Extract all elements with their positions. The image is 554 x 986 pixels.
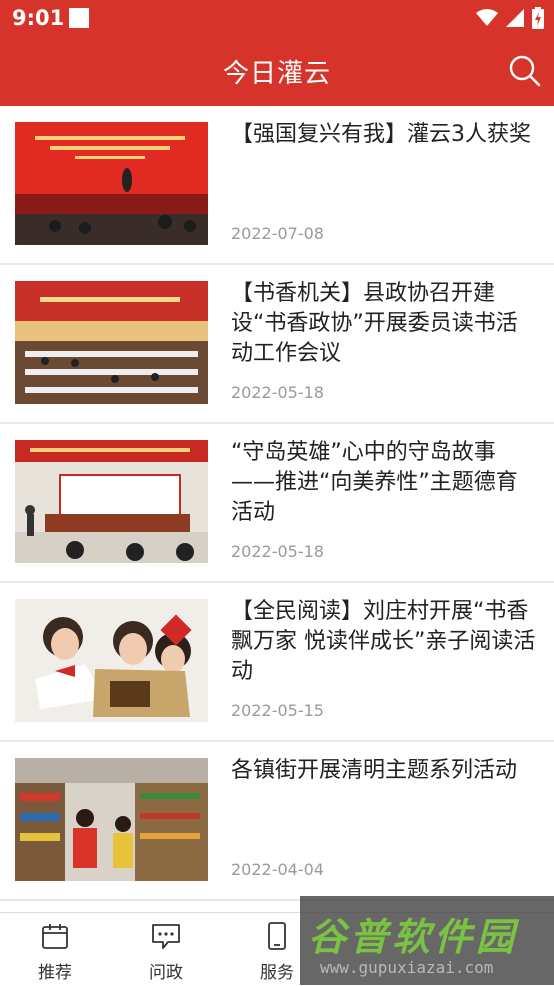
nav-inquiry[interactable]: 问政 bbox=[111, 913, 221, 986]
news-item[interactable]: “守岛英雄”心中的守岛故事——推进“向美养性”主题德育活动 2022-05-18 bbox=[0, 424, 554, 583]
status-time: 9:01 bbox=[12, 6, 65, 30]
news-thumbnail bbox=[15, 599, 208, 722]
wifi-icon bbox=[476, 9, 498, 26]
news-date: 2022-05-18 bbox=[231, 383, 324, 402]
watermark-text: 谷普软件园 bbox=[308, 915, 519, 959]
news-thumbnail bbox=[15, 122, 208, 245]
watermark: 谷普软件园 www.gupuxiazai.com bbox=[300, 896, 554, 985]
news-title: 【全民阅读】刘庄村开展“书香飘万家 悦读伴成长”亲子阅读活动 bbox=[231, 599, 536, 684]
news-thumbnail bbox=[15, 440, 208, 563]
nav-label: 推荐 bbox=[38, 963, 72, 983]
chat-icon bbox=[152, 924, 180, 949]
app-bar: 今日灌云 bbox=[0, 36, 554, 106]
page-title: 今日灌云 bbox=[222, 59, 331, 89]
news-list: 【强国复兴有我】灌云3人获奖 2022-07-08 【书香机关】县政协召开建设“… bbox=[0, 106, 554, 901]
news-title: 【书香机关】县政协召开建设“书香政协”开展委员读书活动工作会议 bbox=[231, 281, 518, 366]
news-item[interactable]: 【书香机关】县政协召开建设“书香政协”开展委员读书活动工作会议 2022-05-… bbox=[0, 265, 554, 424]
watermark-url: www.gupuxiazai.com bbox=[320, 958, 494, 977]
nav-recommend[interactable]: 推荐 bbox=[0, 913, 110, 986]
news-title: 各镇街开展清明主题系列活动 bbox=[231, 758, 518, 783]
phone-icon bbox=[268, 922, 286, 950]
search-button[interactable] bbox=[508, 54, 542, 88]
news-item[interactable]: 各镇街开展清明主题系列活动 2022-04-04 bbox=[0, 742, 554, 901]
signal-icon bbox=[506, 9, 524, 27]
battery-icon bbox=[532, 7, 544, 29]
news-date: 2022-07-08 bbox=[231, 224, 324, 243]
nav-label: 问政 bbox=[149, 963, 183, 983]
news-title: “守岛英雄”心中的守岛故事——推进“向美养性”主题德育活动 bbox=[231, 440, 518, 525]
news-item[interactable]: 【全民阅读】刘庄村开展“书香飘万家 悦读伴成长”亲子阅读活动 2022-05-1… bbox=[0, 583, 554, 742]
news-item[interactable]: 【强国复兴有我】灌云3人获奖 2022-07-08 bbox=[0, 106, 554, 265]
status-icons bbox=[476, 7, 544, 29]
calendar-icon bbox=[42, 924, 68, 949]
news-thumbnail bbox=[15, 281, 208, 404]
news-date: 2022-04-04 bbox=[231, 860, 324, 879]
news-date: 2022-05-15 bbox=[231, 701, 324, 720]
news-thumbnail bbox=[15, 758, 208, 881]
status-bar: 9:01 bbox=[0, 0, 554, 36]
news-title: 【强国复兴有我】灌云3人获奖 bbox=[231, 122, 531, 147]
search-icon bbox=[509, 55, 541, 87]
notification-icon bbox=[69, 8, 89, 28]
news-date: 2022-05-18 bbox=[231, 542, 324, 561]
